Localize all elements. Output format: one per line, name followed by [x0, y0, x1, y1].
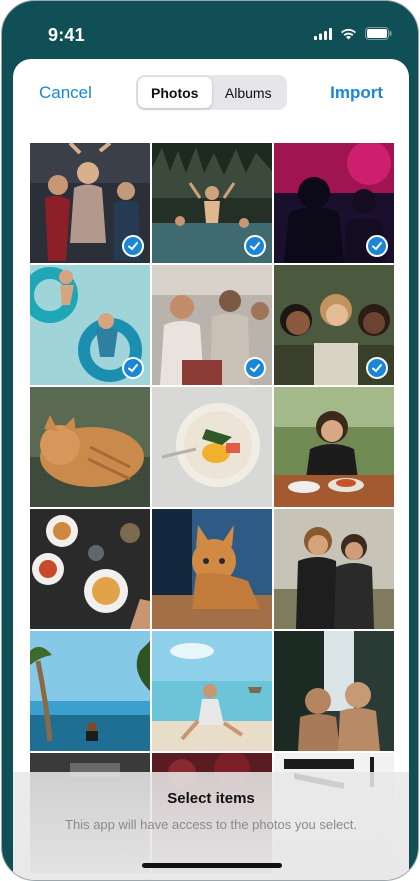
status-bar: 9:41 [2, 1, 418, 65]
wifi-icon [340, 28, 357, 40]
photo-tile[interactable] [30, 143, 150, 263]
checkmark-icon [244, 357, 266, 379]
photo-food-plate [152, 387, 272, 507]
selection-footer: Select items This app will have access t… [13, 772, 409, 880]
photo-couple-laughing [274, 509, 394, 629]
photo-tile[interactable] [30, 509, 150, 629]
status-time: 9:41 [48, 25, 85, 45]
segmented-control: Photos Albums [136, 75, 287, 110]
photo-tile[interactable] [152, 509, 272, 629]
photo-tile[interactable] [30, 387, 150, 507]
footer-description: This app will have access to the photos … [65, 817, 357, 832]
checkmark-icon [244, 235, 266, 257]
photo-tile[interactable] [30, 265, 150, 385]
photo-cat-lying [30, 387, 150, 507]
photo-tile[interactable] [274, 387, 394, 507]
photo-tile[interactable] [274, 509, 394, 629]
photo-cat-sitting [152, 509, 272, 629]
photo-woman-dining [274, 387, 394, 507]
cancel-button[interactable]: Cancel [39, 83, 92, 103]
phone-frame: 9:41 Cancel Photos Albums Import Select … [1, 0, 419, 881]
photo-tile[interactable] [274, 631, 394, 751]
checkmark-icon [122, 235, 144, 257]
photo-tile[interactable] [152, 265, 272, 385]
photo-picker-sheet: Cancel Photos Albums Import Select items… [13, 59, 409, 880]
footer-title: Select items [167, 790, 255, 807]
photo-table-top-food [30, 509, 150, 629]
cellular-icon [314, 27, 332, 40]
photo-grid [30, 143, 394, 873]
status-icons [314, 27, 392, 40]
battery-icon [365, 27, 392, 40]
checkmark-icon [366, 357, 388, 379]
picker-nav-bar: Cancel Photos Albums Import [13, 59, 409, 135]
tab-albums[interactable]: Albums [212, 77, 286, 108]
import-button[interactable]: Import [330, 83, 383, 103]
photo-tile[interactable] [274, 265, 394, 385]
photo-tile[interactable] [30, 631, 150, 751]
photo-tile[interactable] [152, 387, 272, 507]
checkmark-icon [122, 357, 144, 379]
photo-tile[interactable] [274, 143, 394, 263]
photo-waterfall-friends [274, 631, 394, 751]
photo-beach-tree [30, 631, 150, 751]
photo-tile[interactable] [152, 631, 272, 751]
photo-beach-woman [152, 631, 272, 751]
home-indicator [142, 863, 282, 868]
tab-photos[interactable]: Photos [138, 77, 212, 108]
checkmark-icon [366, 235, 388, 257]
photo-tile[interactable] [152, 143, 272, 263]
